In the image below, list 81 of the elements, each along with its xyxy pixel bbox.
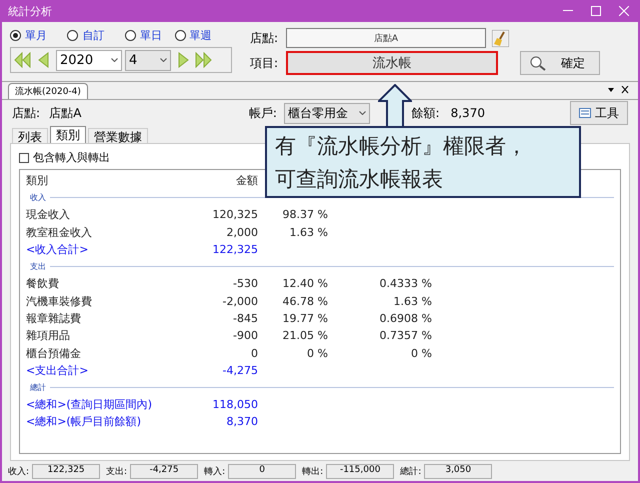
status-value: 0 (228, 464, 296, 478)
tools-button[interactable]: 工具 (570, 101, 628, 125)
amount-cell-text: 0 (250, 346, 258, 360)
balance-value: 8,370 (450, 106, 486, 120)
view-tab[interactable]: 列表 (12, 128, 48, 143)
status-value: -115,000 (326, 464, 394, 478)
callout-note: 有『流水帳分析』權限者， 可查詢流水帳報表 (265, 126, 581, 198)
item-field[interactable]: 流水帳 (286, 51, 498, 75)
account-select[interactable]: 櫃台零用金 (284, 102, 370, 124)
search-icon (529, 55, 547, 71)
document-tab[interactable]: 流水帳(2020-4) (8, 83, 88, 99)
account-label: 帳戶: (248, 104, 278, 122)
caret-icon (359, 111, 366, 115)
column-header: 類別 (26, 173, 49, 188)
status-value: 3,050 (424, 464, 492, 478)
status-label: 支出: (106, 466, 128, 478)
category-cell-text: <收入合計> (26, 242, 90, 258)
period-radio[interactable]: 單月 (10, 28, 68, 43)
category-cell-text: 雜項用品 (26, 328, 71, 344)
ratio-cell-text: 0.6908 % (378, 312, 432, 325)
caret-icon (111, 58, 118, 62)
ratio-cell-text: 0.7357 % (378, 329, 432, 342)
period-radio[interactable]: 自訂 (67, 28, 125, 43)
status-label: 總計: (400, 466, 422, 478)
list-icon (579, 108, 591, 118)
category-cell-text: 報章雜誌費 (26, 310, 82, 326)
column-header: 金額 (235, 173, 258, 188)
category-cell-text: 櫃台預備金 (26, 346, 82, 361)
amount-cell-text: -2,000 (222, 294, 258, 308)
status-value: 122,325 (32, 464, 100, 478)
store-field[interactable]: 店點A (286, 28, 486, 48)
status-label: 轉出: (302, 466, 324, 478)
store-value: 店點A (49, 104, 82, 122)
section-label: 支出 (30, 261, 46, 272)
amount-cell-text: 8,370 (226, 415, 258, 428)
amount-cell-text: -845 (232, 312, 258, 325)
section-label: 收入 (30, 192, 46, 204)
share-cell-text: 21.05 % (282, 329, 328, 342)
confirm-button[interactable]: 確定 (520, 51, 600, 75)
broom-icon[interactable] (492, 30, 509, 46)
category-cell-text: 教室租金收入 (26, 224, 93, 240)
category-cell-text: <總和>(帳戶目前餘額) (26, 414, 142, 430)
balance-label: 餘額: (411, 104, 441, 122)
amount-cell-text: -4,275 (222, 364, 258, 377)
category-cell-text: 現金收入 (26, 207, 71, 222)
status-value: -4,275 (130, 464, 198, 478)
ratio-cell-text: 0 % (410, 346, 432, 360)
ratio-cell-text: 1.63 % (392, 294, 432, 308)
include-transfers-checkbox[interactable]: 包含轉入與轉出 (19, 150, 110, 165)
share-cell-text: 12.40 % (282, 277, 328, 290)
view-tab[interactable]: 類別 (50, 126, 86, 143)
category-cell-text: 汽機車裝修費 (26, 294, 93, 309)
store-label: 店點: (12, 104, 42, 122)
item-label: 項目: (250, 54, 280, 72)
period-radio[interactable]: 單週 (174, 28, 232, 43)
share-cell-text: 46.78 % (282, 294, 328, 308)
category-cell-text: 餐飲費 (26, 276, 60, 292)
store-label: 店點: (250, 30, 280, 46)
category-cell-text: <支出合計> (26, 362, 90, 378)
year-select[interactable]: 2020 (56, 50, 122, 70)
callout-arrow (378, 84, 412, 128)
ratio-cell-text: 0.4333 % (378, 277, 432, 290)
caret-icon (160, 58, 167, 62)
amount-cell-text: 120,325 (212, 208, 258, 222)
amount-cell-text: 2,000 (226, 226, 258, 239)
share-cell-text: 0 % (306, 346, 328, 360)
amount-cell-text: 122,325 (212, 243, 258, 256)
view-tab[interactable]: 營業數據 (88, 128, 148, 143)
share-cell-text: 1.63 % (288, 226, 328, 239)
status-label: 收入: (8, 466, 30, 478)
section-label: 總計 (30, 382, 46, 393)
month-select[interactable]: 4 (125, 50, 171, 70)
share-cell-text: 98.37 % (282, 208, 328, 222)
share-cell-text: 19.77 % (282, 312, 328, 325)
category-cell-text: <總和>(查詢日期區間內) (26, 397, 154, 412)
status-label: 轉入: (204, 466, 226, 478)
period-radio[interactable]: 單日 (124, 28, 175, 43)
amount-cell-text: -530 (232, 277, 258, 290)
amount-cell-text: -900 (232, 329, 258, 342)
amount-cell-text: 118,050 (212, 398, 258, 412)
window-title: 統計分析 (8, 4, 53, 18)
